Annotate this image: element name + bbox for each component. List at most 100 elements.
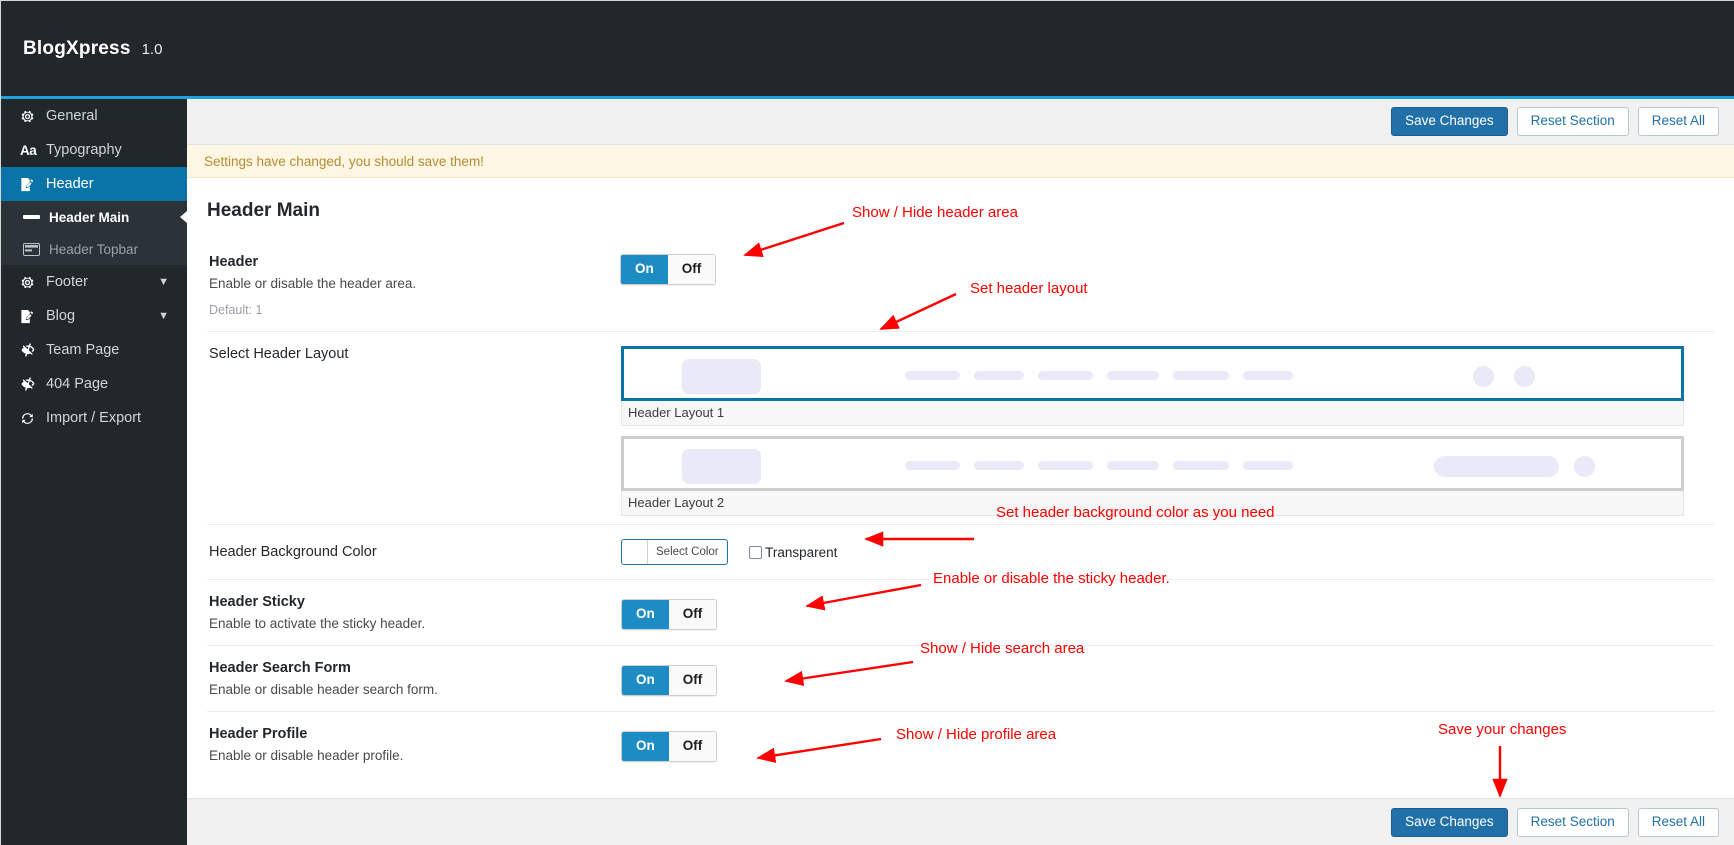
row-field: On Off (621, 726, 1714, 763)
setting-row-header-profile: Header Profile Enable or disable header … (207, 711, 1714, 777)
settings-page: BlogXpress 1.0 General Aa Typography Hea… (0, 0, 1734, 845)
topbar-icon (23, 242, 49, 256)
sidebar-item-blog[interactable]: Blog ▼ (1, 299, 187, 333)
eye-slash-icon (20, 377, 46, 391)
toggle-on-segment[interactable]: On (622, 732, 669, 761)
row-title: Select Header Layout (209, 346, 349, 362)
toggle-off-segment[interactable]: Off (668, 666, 717, 695)
header-layout-option-2[interactable] (621, 436, 1684, 491)
main-panel: Save Changes Reset Section Reset All Set… (187, 99, 1734, 845)
layout-menu-placeholder (905, 371, 1293, 380)
page-title: Header Main (207, 200, 320, 221)
brand-version: 1.0 (141, 40, 163, 58)
header-layout-option-1[interactable] (621, 346, 1684, 401)
sidebar-item-header-main[interactable]: Header Main (1, 201, 187, 233)
reset-all-button-bottom[interactable]: Reset All (1637, 807, 1719, 838)
row-label: Header Profile Enable or disable header … (207, 726, 621, 763)
sidebar-item-typography[interactable]: Aa Typography (1, 133, 187, 167)
layout-logo-placeholder (682, 449, 761, 484)
row-description: Enable or disable the header area. (209, 276, 417, 291)
chevron-down-icon: ▼ (158, 276, 169, 288)
transparent-checkbox[interactable] (749, 545, 763, 559)
sidebar-item-label: Import / Export (46, 410, 142, 426)
eye-slash-icon (20, 343, 46, 357)
sidebar-item-label: Team Page (46, 342, 120, 358)
brand-name: BlogXpress (23, 38, 131, 59)
sidebar: General Aa Typography Header Header Main… (1, 99, 187, 845)
notice-text: Settings have changed, you should save t… (204, 153, 484, 169)
sidebar-item-footer[interactable]: Footer ▼ (1, 265, 187, 299)
toggle-off-segment[interactable]: Off (668, 600, 717, 629)
pencil-doc-icon (20, 177, 46, 192)
setting-row-select-header-layout: Select Header Layout Header Layout 1 Hea… (207, 331, 1714, 524)
gear-icon (20, 275, 46, 290)
caret-left-icon (180, 211, 187, 223)
row-description: Enable or disable header profile. (209, 748, 404, 763)
row-default-value: Default: 1 (209, 303, 263, 317)
save-changes-button-bottom[interactable]: Save Changes (1391, 807, 1508, 838)
sidebar-item-label: General (46, 108, 98, 124)
row-label: Header Sticky Enable to activate the sti… (207, 594, 621, 631)
header-layout-caption-1: Header Layout 1 (621, 401, 1684, 426)
row-description: Enable to activate the sticky header. (209, 616, 426, 631)
color-picker[interactable]: Select Color (621, 539, 728, 565)
row-title: Header Sticky (209, 594, 305, 610)
sidebar-item-404-page[interactable]: 404 Page (1, 367, 187, 401)
header-search-toggle[interactable]: On Off (621, 665, 718, 696)
row-title: Header Profile (209, 726, 308, 742)
bar-icon (23, 213, 49, 221)
toggle-on-segment[interactable]: On (622, 666, 669, 695)
transparent-label: Transparent (765, 544, 838, 560)
sidebar-item-label: 404 Page (46, 376, 109, 392)
setting-row-header-search-form: Header Search Form Enable or disable hea… (207, 645, 1714, 711)
reset-section-button-top[interactable]: Reset Section (1516, 106, 1629, 137)
reset-section-button-bottom[interactable]: Reset Section (1516, 807, 1629, 838)
header-layout-caption-2: Header Layout 2 (621, 491, 1684, 516)
layout-menu-placeholder (905, 461, 1293, 470)
row-label: Header Enable or disable the header area… (207, 254, 621, 317)
top-toolbar: Save Changes Reset Section Reset All (187, 99, 1734, 145)
header-profile-toggle[interactable]: On Off (621, 731, 718, 762)
sidebar-item-general[interactable]: General (1, 99, 187, 133)
row-description: Enable or disable header search form. (209, 682, 438, 697)
refresh-icon (20, 411, 46, 426)
toggle-on-segment[interactable]: On (621, 255, 668, 284)
layout-logo-placeholder (682, 359, 761, 394)
save-changes-button-top[interactable]: Save Changes (1391, 106, 1508, 137)
row-field: On Off (621, 594, 1714, 631)
row-field: Header Layout 1 Header Layout 2 (621, 346, 1714, 516)
sidebar-item-label: Header (46, 176, 94, 192)
toggle-off-segment[interactable]: Off (667, 255, 716, 284)
sidebar-item-header[interactable]: Header (1, 167, 187, 201)
header-sticky-toggle[interactable]: On Off (621, 599, 718, 630)
row-label: Header Background Color (207, 544, 621, 560)
header-layout-picker: Header Layout 1 Header Layout 2 (621, 346, 1684, 516)
reset-all-button-top[interactable]: Reset All (1637, 106, 1719, 137)
brand-bar: BlogXpress 1.0 (1, 1, 1734, 97)
select-color-label[interactable]: Select Color (648, 540, 727, 564)
sidebar-item-header-topbar[interactable]: Header Topbar (1, 233, 187, 265)
sidebar-item-import-export[interactable]: Import / Export (1, 401, 187, 435)
row-label: Header Search Form Enable or disable hea… (207, 660, 621, 697)
setting-row-header: Header Enable or disable the header area… (207, 240, 1714, 331)
color-swatch[interactable] (622, 540, 648, 564)
layout-icon-placeholder (1514, 366, 1535, 387)
sidebar-item-label: Header Topbar (49, 241, 139, 257)
toggle-off-segment[interactable]: Off (668, 732, 717, 761)
row-label: Select Header Layout (207, 346, 621, 516)
setting-row-header-background-color: Header Background Color Select Color Tra… (207, 524, 1714, 579)
transparent-checkbox-wrap[interactable]: Transparent (749, 545, 837, 560)
sidebar-item-label: Blog (46, 308, 76, 324)
pencil-doc-icon (20, 309, 46, 324)
sidebar-item-team-page[interactable]: Team Page (1, 333, 187, 367)
header-toggle[interactable]: On Off (620, 254, 717, 285)
sidebar-item-label: Header Main (49, 209, 130, 225)
bottom-toolbar: Save Changes Reset Section Reset All (187, 798, 1734, 845)
row-title: Header (209, 254, 259, 270)
row-title: Header Background Color (209, 544, 377, 560)
layout-button-placeholder (1434, 456, 1559, 477)
toggle-on-segment[interactable]: On (622, 600, 669, 629)
gear-icon (20, 109, 46, 124)
row-title: Header Search Form (209, 660, 351, 676)
typography-icon: Aa (20, 142, 37, 158)
